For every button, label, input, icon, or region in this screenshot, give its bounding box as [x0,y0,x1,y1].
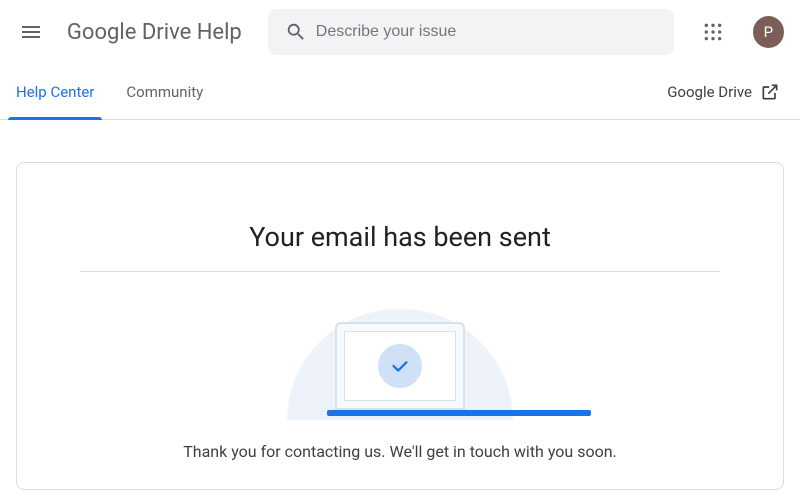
confirmation-card: Your email has been sent Thank you for c… [16,162,784,490]
card-title: Your email has been sent [57,221,743,253]
checkmark-icon [389,355,411,377]
top-header: Google Drive Help P [0,0,800,64]
product-title: Google Drive Help [67,20,242,45]
success-illustration [268,290,532,420]
card-message: Thank you for contacting us. We'll get i… [57,442,743,461]
avatar-initial: P [764,23,773,41]
external-link-icon [760,82,780,102]
tab-label: Community [126,83,203,101]
divider [80,271,720,272]
search-icon [276,12,316,52]
tabs-row: Help Center Community Google Drive [0,64,800,120]
search-input[interactable] [316,9,666,55]
google-drive-link[interactable]: Google Drive [663,82,784,102]
drive-link-label: Google Drive [667,83,752,101]
google-apps-button[interactable] [690,8,737,56]
apps-grid-icon [703,22,723,42]
hamburger-icon [19,20,43,44]
menu-button[interactable] [8,8,55,56]
tab-label: Help Center [16,83,94,101]
content-area: Your email has been sent Thank you for c… [0,120,800,490]
search-box[interactable] [268,9,674,55]
tab-help-center[interactable]: Help Center [0,64,110,119]
tab-community[interactable]: Community [110,64,219,119]
account-avatar[interactable]: P [753,16,784,48]
